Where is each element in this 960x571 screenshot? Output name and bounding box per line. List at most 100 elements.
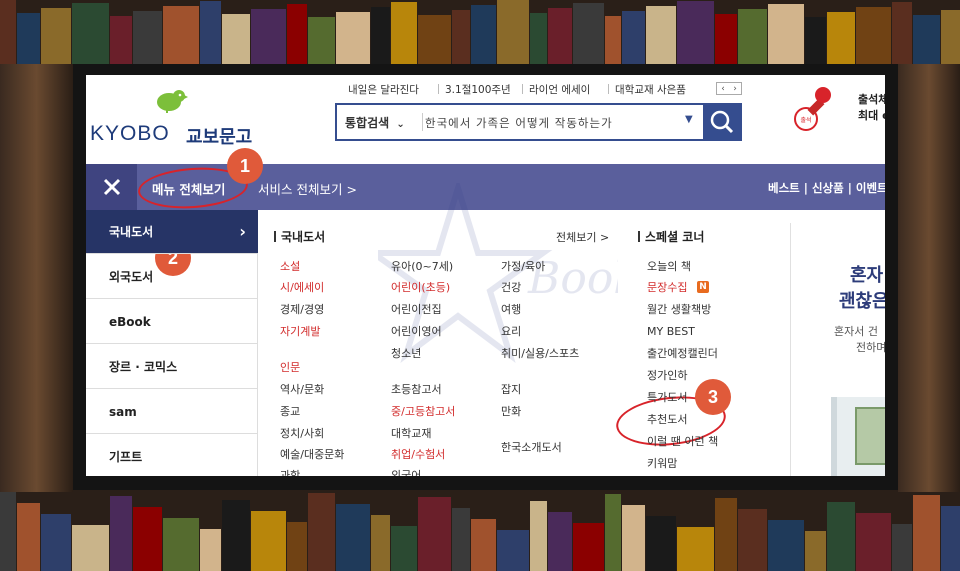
top-link-2[interactable]: 3.1절100주년 xyxy=(445,82,511,97)
domestic-col3-item[interactable]: 한국소개도서 xyxy=(501,441,562,454)
domestic-col1-item[interactable]: 소설 xyxy=(280,260,300,273)
background-book xyxy=(72,3,109,70)
domestic-col1-item[interactable]: 예술/대중문화 xyxy=(280,448,344,461)
domestic-col1-item[interactable]: 자기계발 xyxy=(280,325,320,338)
domestic-col1-item[interactable]: 인문 xyxy=(280,361,300,374)
background-book xyxy=(646,516,676,571)
prev-arrow-icon[interactable]: ‹ xyxy=(721,84,725,94)
domestic-col2-item[interactable]: 어린이전집 xyxy=(391,303,442,316)
top-links-prev-next[interactable]: ‹ › xyxy=(716,82,742,95)
domestic-col2-item[interactable]: 청소년 xyxy=(391,347,421,360)
domestic-col3-item[interactable]: 잡지 xyxy=(501,383,521,396)
bird-logo-icon xyxy=(157,90,188,113)
special-item[interactable]: 출간예정캘린더 xyxy=(647,347,718,360)
background-book xyxy=(768,4,804,70)
background-book xyxy=(677,527,714,571)
kyobo-logo[interactable]: KYOBO 교보문고 xyxy=(90,85,260,148)
close-icon xyxy=(103,178,120,196)
promo-title-1[interactable]: 혼자 xyxy=(850,261,883,287)
domestic-col2-item[interactable]: 어린이(초등) xyxy=(391,281,450,294)
domestic-col1-item[interactable]: 정치/사회 xyxy=(280,427,324,440)
background-book xyxy=(41,8,71,70)
top-link-1[interactable]: 내일은 달라진다 xyxy=(348,82,419,97)
background-book xyxy=(530,13,547,70)
background-book xyxy=(913,15,940,70)
background-book xyxy=(133,507,162,571)
top-link-4[interactable]: 대학교재 사은품 xyxy=(615,82,686,97)
special-item[interactable]: 월간 생활책방 xyxy=(647,303,711,316)
domestic-col2-item[interactable]: 대학교재 xyxy=(391,427,431,440)
domestic-col3-item[interactable]: 가정/육아 xyxy=(501,260,545,273)
background-book xyxy=(715,498,737,571)
sidebar-item-6[interactable]: 기프트 xyxy=(86,435,257,476)
background-book xyxy=(222,500,250,571)
sidebar-item-4[interactable]: 장르 · 코믹스 xyxy=(86,345,257,389)
domestic-col3-item[interactable]: 취미/실용/스포츠 xyxy=(501,347,579,360)
attendance-text-1[interactable]: 출석체 xyxy=(858,91,885,107)
background-book xyxy=(222,14,250,70)
promo-divider xyxy=(790,223,791,476)
sidebar-item-3[interactable]: eBook xyxy=(86,300,257,344)
sidebar-item-2[interactable]: 외국도서 xyxy=(86,255,257,299)
background-book xyxy=(287,4,307,70)
background-book xyxy=(452,10,470,70)
special-item[interactable]: 이럴 땐 이런 책 xyxy=(647,435,718,448)
special-item[interactable]: 추천도서 xyxy=(647,413,687,426)
sidebar-item-label: 국내도서 xyxy=(109,225,154,239)
domestic-col1-item[interactable]: 역사/문화 xyxy=(280,383,324,396)
special-item[interactable]: 문장수집 xyxy=(647,281,687,294)
domestic-col3-item[interactable]: 여행 xyxy=(501,303,521,316)
nav-right-links[interactable]: 베스트 | 신상품 | 이벤트 xyxy=(768,180,885,196)
domestic-col2-item[interactable]: 취업/수험서 xyxy=(391,448,445,461)
top-link-3[interactable]: 라이언 에세이 xyxy=(529,82,590,97)
special-item[interactable]: 키워맘 xyxy=(647,457,677,470)
sidebar-item-5[interactable]: sam xyxy=(86,390,257,434)
background-book xyxy=(738,509,767,571)
background-book xyxy=(371,515,390,571)
background-book xyxy=(163,6,199,70)
next-arrow-icon[interactable]: › xyxy=(733,84,737,94)
domestic-col3-item[interactable]: 건강 xyxy=(501,281,521,294)
search-input[interactable]: 한국에서 가족은 어떻게 작동하는가 xyxy=(425,115,613,131)
stamp-icon[interactable]: 출석 xyxy=(792,85,836,133)
background-book xyxy=(622,11,645,70)
special-item[interactable]: MY BEST xyxy=(647,325,695,338)
top-link-separator xyxy=(438,84,439,94)
promo-book-image[interactable] xyxy=(831,397,885,476)
sidebar-item-1[interactable]: 국내도서 › xyxy=(86,210,258,254)
background-book xyxy=(646,6,676,70)
background-book xyxy=(677,1,714,70)
special-item[interactable]: 정가인하 xyxy=(647,369,687,382)
background-book xyxy=(738,9,767,70)
domestic-col2-item[interactable]: 어린이영어 xyxy=(391,325,442,338)
close-menu-button[interactable] xyxy=(86,164,137,210)
background-book xyxy=(72,525,109,571)
background-book xyxy=(251,511,286,571)
top-link-separator xyxy=(608,84,609,94)
domestic-view-all-link[interactable]: 전체보기 > xyxy=(556,229,609,245)
background-book xyxy=(418,497,451,571)
special-item[interactable]: 오늘의 책 xyxy=(647,260,691,273)
domestic-col1-item[interactable]: 시/에세이 xyxy=(280,281,324,294)
background-book xyxy=(941,506,960,571)
domestic-col1-item[interactable]: 과학 xyxy=(280,469,300,476)
domestic-col3-item[interactable]: 요리 xyxy=(501,325,521,338)
search-dropdown-icon[interactable]: ▼ xyxy=(685,114,693,125)
domestic-col1-item[interactable]: 경제/경영 xyxy=(280,303,324,316)
kyobo-page: KYOBO 교보문고 ‹ › 통합검색 ⌄ 한국에서 가족은 어떻게 작동하는가 … xyxy=(86,75,885,476)
special-item[interactable]: 특가도서 xyxy=(647,391,687,404)
background-book xyxy=(287,522,307,571)
service-all-tab[interactable]: 서비스 전체보기 > xyxy=(258,179,357,198)
search-button[interactable] xyxy=(703,103,742,141)
sidebar-item-label: 장르 · 코믹스 xyxy=(109,360,178,374)
sidebar-item-label: eBook xyxy=(109,314,151,329)
promo-title-2[interactable]: 괜찮은 xyxy=(839,287,885,313)
domestic-col2-item[interactable]: 유아(0~7세) xyxy=(391,260,453,273)
search-category-select[interactable]: 통합검색 ⌄ xyxy=(345,114,405,131)
domestic-col2-item[interactable]: 중/고등참고서 xyxy=(391,405,455,418)
domestic-col1-item[interactable]: 종교 xyxy=(280,405,300,418)
domestic-col2-item[interactable]: 외국어 xyxy=(391,469,421,476)
domestic-col2-item[interactable]: 초등참고서 xyxy=(391,383,442,396)
domestic-col3-item[interactable]: 만화 xyxy=(501,405,521,418)
callout-3: 3 xyxy=(695,379,731,415)
